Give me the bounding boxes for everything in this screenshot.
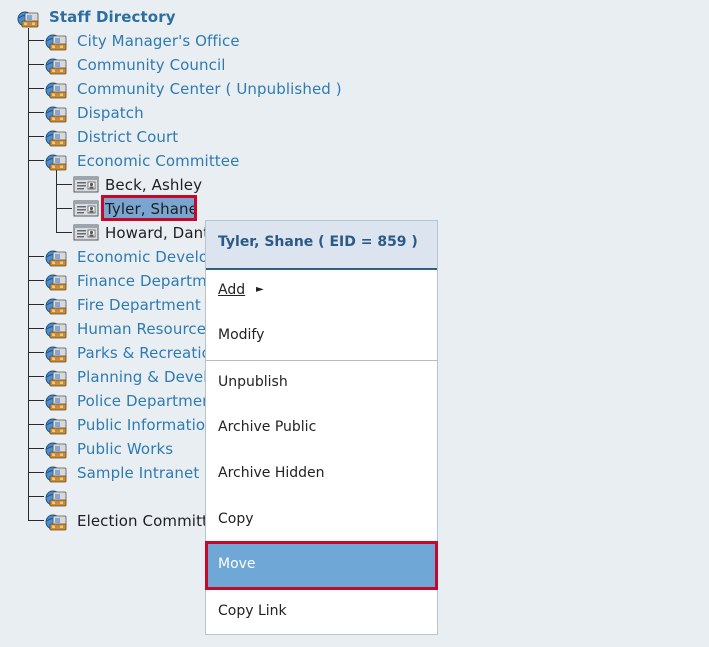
tree-connector	[28, 136, 44, 137]
menu-item-add[interactable]: Add ►	[206, 270, 437, 314]
menu-item-add-label: Add	[218, 282, 246, 298]
department-icon	[45, 34, 67, 51]
department-icon	[45, 466, 67, 483]
department-icon	[45, 82, 67, 99]
menu-item-copy-label: Copy	[218, 511, 254, 527]
tree-connector	[28, 472, 44, 473]
tree-connector	[56, 170, 57, 232]
employee-card-icon	[73, 200, 99, 217]
tree-item-dispatch[interactable]: Dispatch	[77, 103, 144, 123]
tree-connector	[28, 304, 44, 305]
tree-connector	[28, 400, 44, 401]
department-icon	[45, 346, 67, 363]
department-icon	[45, 298, 67, 315]
tree-item-community-council[interactable]: Community Council	[77, 55, 226, 75]
tree-connector	[28, 28, 29, 520]
tree-connector	[28, 448, 44, 449]
tree-connector	[28, 376, 44, 377]
tree-item-economic-committee[interactable]: Economic Committee	[77, 151, 239, 171]
menu-item-modify[interactable]: Modify	[206, 315, 437, 359]
department-icon	[45, 106, 67, 123]
menu-item-unpublish-label: Unpublish	[218, 374, 288, 390]
context-menu-header: Tyler, Shane ( EID = 859 )	[206, 221, 437, 270]
context-menu: Tyler, Shane ( EID = 859 ) Add ► Modify …	[205, 220, 438, 635]
tree-item-city-managers-office[interactable]: City Manager's Office	[77, 31, 240, 51]
department-icon	[45, 442, 67, 459]
tree-connector	[56, 184, 72, 185]
menu-item-archive-public[interactable]: Archive Public	[206, 407, 437, 451]
tree-connector	[28, 160, 44, 161]
tree-item-district-court[interactable]: District Court	[77, 127, 178, 147]
tree-connector	[28, 352, 44, 353]
tree-item-parks-recreation[interactable]: Parks & Recreatio	[77, 343, 211, 363]
menu-item-archive-public-label: Archive Public	[218, 419, 317, 435]
tree-item-election-committee[interactable]: Election Committe	[77, 511, 217, 531]
menu-item-move[interactable]: Move	[205, 541, 438, 590]
menu-item-copy-link[interactable]: Copy Link	[206, 591, 437, 635]
tree-item-planning-development[interactable]: Planning & Develo	[77, 367, 217, 387]
tree-connector	[28, 496, 44, 497]
tree-item-fire-department[interactable]: Fire Department	[77, 295, 201, 315]
tree-item-finance-department[interactable]: Finance Departm	[77, 271, 207, 291]
tree-item-public-works[interactable]: Public Works	[77, 439, 173, 459]
department-icon	[45, 370, 67, 387]
tree-item-community-center[interactable]: Community Center ( Unpublished )	[77, 79, 342, 99]
submenu-arrow-icon: ►	[256, 284, 264, 295]
tree-connector	[28, 280, 44, 281]
menu-item-copy-link-label: Copy Link	[218, 603, 287, 619]
department-icon	[45, 250, 67, 267]
department-icon	[45, 514, 67, 531]
tree-item-economic-development[interactable]: Economic Develop	[77, 247, 218, 267]
tree-item-public-information[interactable]: Public Informatio	[77, 415, 205, 435]
tree-item-sample-intranet[interactable]: Sample Intranet	[77, 463, 199, 483]
tree-item-police-department[interactable]: Police Departmen	[77, 391, 212, 411]
employee-card-icon	[73, 176, 99, 193]
menu-item-move-label: Move	[218, 556, 256, 572]
tree-item-employee-howard[interactable]: Howard, Dant	[105, 223, 209, 243]
tree-connector	[28, 112, 44, 113]
context-menu-title: Tyler, Shane ( EID = 859 )	[218, 234, 418, 250]
tree-connector	[28, 256, 44, 257]
department-icon	[45, 130, 67, 147]
tree-connector	[28, 40, 44, 41]
department-icon	[45, 394, 67, 411]
department-icon	[45, 322, 67, 339]
menu-item-copy[interactable]: Copy	[206, 499, 437, 543]
menu-item-unpublish[interactable]: Unpublish	[206, 362, 437, 406]
staff-directory-root-icon	[17, 11, 39, 28]
tree-item-employee-beck-ashley[interactable]: Beck, Ashley	[105, 175, 202, 195]
department-icon	[45, 154, 67, 171]
menu-item-modify-label: Modify	[218, 327, 265, 343]
tree-connector	[56, 232, 72, 233]
tree-connector	[28, 520, 44, 521]
tree-connector	[28, 88, 44, 89]
department-icon	[45, 58, 67, 75]
department-icon	[45, 418, 67, 435]
department-icon	[45, 274, 67, 291]
menu-item-archive-hidden[interactable]: Archive Hidden	[206, 453, 437, 497]
menu-separator	[206, 360, 437, 361]
tree-connector	[28, 424, 44, 425]
tree-connector	[28, 64, 44, 65]
department-icon[interactable]	[45, 486, 69, 508]
employee-card-icon	[73, 224, 99, 241]
menu-item-archive-hidden-label: Archive Hidden	[218, 465, 325, 481]
tree-item-human-resources[interactable]: Human Resource	[77, 319, 206, 339]
tree-connector	[56, 208, 72, 209]
tree-connector	[28, 328, 44, 329]
selected-item-outline	[101, 195, 197, 221]
tree-root-label[interactable]: Staff Directory	[49, 7, 176, 27]
